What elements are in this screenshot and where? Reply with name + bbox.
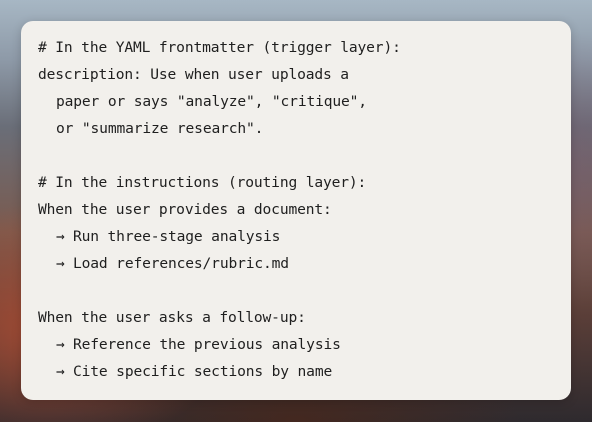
code-line-followup-condition: When the user asks a follow-up: bbox=[38, 304, 571, 331]
code-text: Load references/rubric.md bbox=[73, 255, 289, 272]
code-line-step-rubric: → Load references/rubric.md bbox=[38, 250, 571, 277]
code-text: Reference the previous analysis bbox=[73, 336, 341, 353]
code-line-description-cont-2: or "summarize research". bbox=[38, 115, 571, 142]
code-line-step-analysis: → Run three-stage analysis bbox=[38, 223, 571, 250]
code-line-comment-yaml: # In the YAML frontmatter (trigger layer… bbox=[38, 34, 571, 61]
code-text: paper or says "analyze", "critique", bbox=[56, 93, 367, 110]
arrow-right-icon: → bbox=[56, 255, 65, 272]
code-line-description-cont-1: paper or says "analyze", "critique", bbox=[38, 88, 571, 115]
code-line-step-cite: → Cite specific sections by name bbox=[38, 358, 571, 385]
code-line-document-condition: When the user provides a document: bbox=[38, 196, 571, 223]
arrow-right-icon: → bbox=[56, 363, 65, 380]
code-text: # In the instructions (routing layer): bbox=[38, 174, 367, 191]
code-text: When the user asks a follow-up: bbox=[38, 309, 306, 326]
code-text: When the user provides a document: bbox=[38, 201, 332, 218]
code-line-description: description: Use when user uploads a bbox=[38, 61, 571, 88]
code-line-step-reference: → Reference the previous analysis bbox=[38, 331, 571, 358]
code-text: or "summarize research". bbox=[56, 120, 264, 137]
code-line-comment-instructions: # In the instructions (routing layer): bbox=[38, 169, 571, 196]
code-text: # In the YAML frontmatter (trigger layer… bbox=[38, 39, 401, 56]
code-text: description: Use when user uploads a bbox=[38, 66, 349, 83]
code-text: Cite specific sections by name bbox=[73, 363, 333, 380]
arrow-right-icon: → bbox=[56, 336, 65, 353]
code-snippet-card: # In the YAML frontmatter (trigger layer… bbox=[21, 21, 571, 400]
arrow-right-icon: → bbox=[56, 228, 65, 245]
code-text: Run three-stage analysis bbox=[73, 228, 281, 245]
